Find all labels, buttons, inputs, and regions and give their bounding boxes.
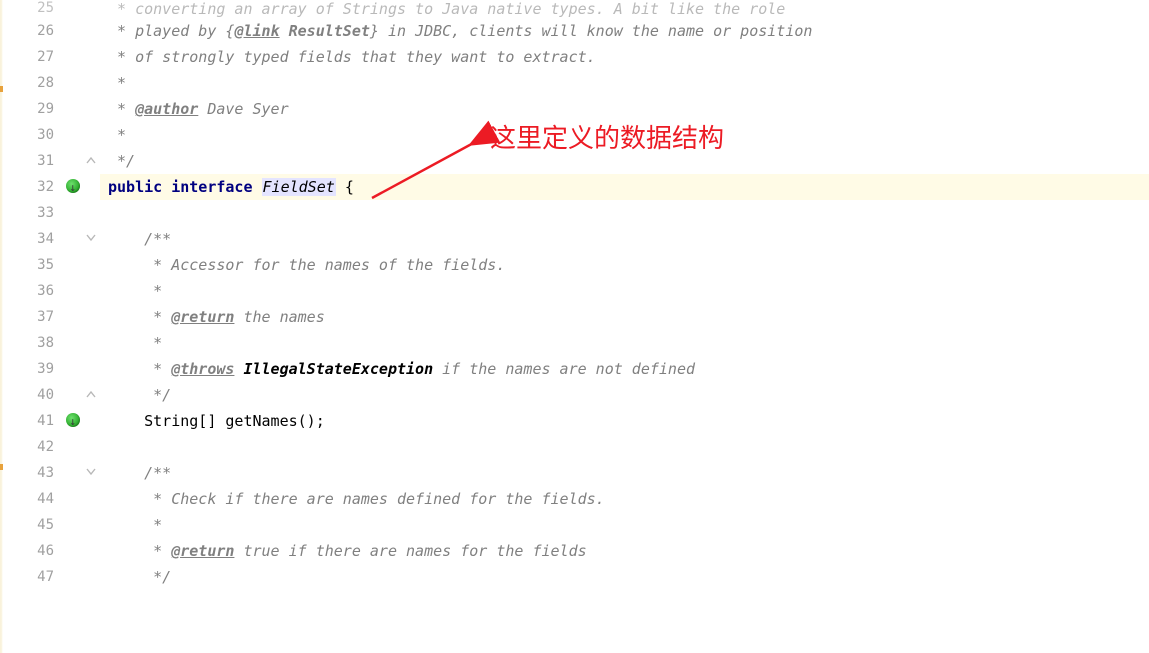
javadoc-tag: @throws <box>171 360 234 378</box>
javadoc-tag: @link <box>234 22 279 40</box>
code-editor: 2526272829303132↓333435363738394041↓4243… <box>0 0 1149 653</box>
line-number[interactable]: 46 <box>0 538 100 564</box>
code-line[interactable]: * @return true if there are names for th… <box>100 538 1149 564</box>
comment-text: * Accessor for the names of the fields. <box>108 256 505 274</box>
line-number[interactable]: 45 <box>0 512 100 538</box>
code-line[interactable] <box>100 200 1149 226</box>
fold-open-icon[interactable] <box>84 231 98 245</box>
line-number[interactable]: 39 <box>0 356 100 382</box>
code-line[interactable]: * <box>100 512 1149 538</box>
code-line[interactable]: * @author Dave Syer <box>100 96 1149 122</box>
code-line[interactable]: /** <box>100 460 1149 486</box>
implements-icon[interactable] <box>66 413 80 427</box>
keyword: public <box>108 178 162 196</box>
comment-text: * <box>108 282 162 300</box>
code-line[interactable]: * played by {@link ResultSet} in JDBC, c… <box>100 18 1149 44</box>
line-number[interactable]: 37 <box>0 304 100 330</box>
comment-text: /** <box>108 230 171 248</box>
javadoc-tag: @return <box>171 542 234 560</box>
comment-text: /** <box>108 464 171 482</box>
line-number[interactable]: 34 <box>0 226 100 252</box>
code-line[interactable]: */ <box>100 382 1149 408</box>
code-line[interactable]: * <box>100 278 1149 304</box>
code-line[interactable]: */ <box>100 148 1149 174</box>
line-number[interactable]: 29 <box>0 96 100 122</box>
line-number[interactable]: 32↓ <box>0 174 100 200</box>
line-number[interactable]: 41↓ <box>0 408 100 434</box>
line-number[interactable]: 36 <box>0 278 100 304</box>
code-line[interactable]: * <box>100 330 1149 356</box>
comment-text: * <box>108 334 162 352</box>
code-line[interactable]: * of strongly typed fields that they wan… <box>100 44 1149 70</box>
code-line[interactable]: * @throws IllegalStateException if the n… <box>100 356 1149 382</box>
line-number[interactable]: 26 <box>0 18 100 44</box>
line-number[interactable]: 25 <box>0 0 100 18</box>
javadoc-tag: @author <box>135 100 198 118</box>
code-line[interactable] <box>100 434 1149 460</box>
line-number[interactable]: 30 <box>0 122 100 148</box>
javadoc-link: ResultSet <box>280 22 370 40</box>
code-line[interactable]: * Accessor for the names of the fields. <box>100 252 1149 278</box>
exception-type: IllegalStateException <box>234 360 433 378</box>
line-number[interactable]: 31 <box>0 148 100 174</box>
line-number[interactable]: 27 <box>0 44 100 70</box>
code-line[interactable]: /** <box>100 226 1149 252</box>
line-number-gutter[interactable]: 2526272829303132↓333435363738394041↓4243… <box>0 0 100 653</box>
comment-text: */ <box>108 152 135 170</box>
line-number[interactable]: 28 <box>0 70 100 96</box>
line-number[interactable]: 33 <box>0 200 100 226</box>
code-line[interactable]: */ <box>100 564 1149 590</box>
comment-text: * <box>108 516 162 534</box>
comment-text: */ <box>108 386 171 404</box>
line-number[interactable]: 43 <box>0 460 100 486</box>
method-name: getNames <box>225 412 297 430</box>
code-line[interactable]: * <box>100 122 1149 148</box>
fold-close-icon[interactable] <box>84 153 98 167</box>
class-name: FieldSet <box>262 178 336 196</box>
fold-close-icon[interactable] <box>84 387 98 401</box>
code-line[interactable]: * Check if there are names defined for t… <box>100 486 1149 512</box>
code-line[interactable]: public interface FieldSet { <box>100 174 1149 200</box>
line-number[interactable]: 44 <box>0 486 100 512</box>
line-number[interactable]: 42 <box>0 434 100 460</box>
comment-text: * converting an array of Strings to Java… <box>108 0 785 18</box>
code-area[interactable]: * converting an array of Strings to Java… <box>100 0 1149 653</box>
line-number[interactable]: 40 <box>0 382 100 408</box>
code-line[interactable]: * converting an array of Strings to Java… <box>100 0 1149 18</box>
code-line[interactable]: String[] getNames(); <box>100 408 1149 434</box>
fold-open-icon[interactable] <box>84 465 98 479</box>
line-number[interactable]: 38 <box>0 330 100 356</box>
return-type: String[] <box>144 412 225 430</box>
comment-text: * <box>108 126 126 144</box>
implements-icon[interactable] <box>66 179 80 193</box>
code-line[interactable]: * <box>100 70 1149 96</box>
line-number[interactable]: 35 <box>0 252 100 278</box>
comment-text: * <box>108 74 126 92</box>
line-number[interactable]: 47 <box>0 564 100 590</box>
comment-text: */ <box>108 568 171 586</box>
javadoc-tag: @return <box>171 308 234 326</box>
comment-text: * Check if there are names defined for t… <box>108 490 605 508</box>
comment-text: * of strongly typed fields that they wan… <box>108 48 596 66</box>
code-line[interactable]: * @return the names <box>100 304 1149 330</box>
keyword: interface <box>171 178 252 196</box>
